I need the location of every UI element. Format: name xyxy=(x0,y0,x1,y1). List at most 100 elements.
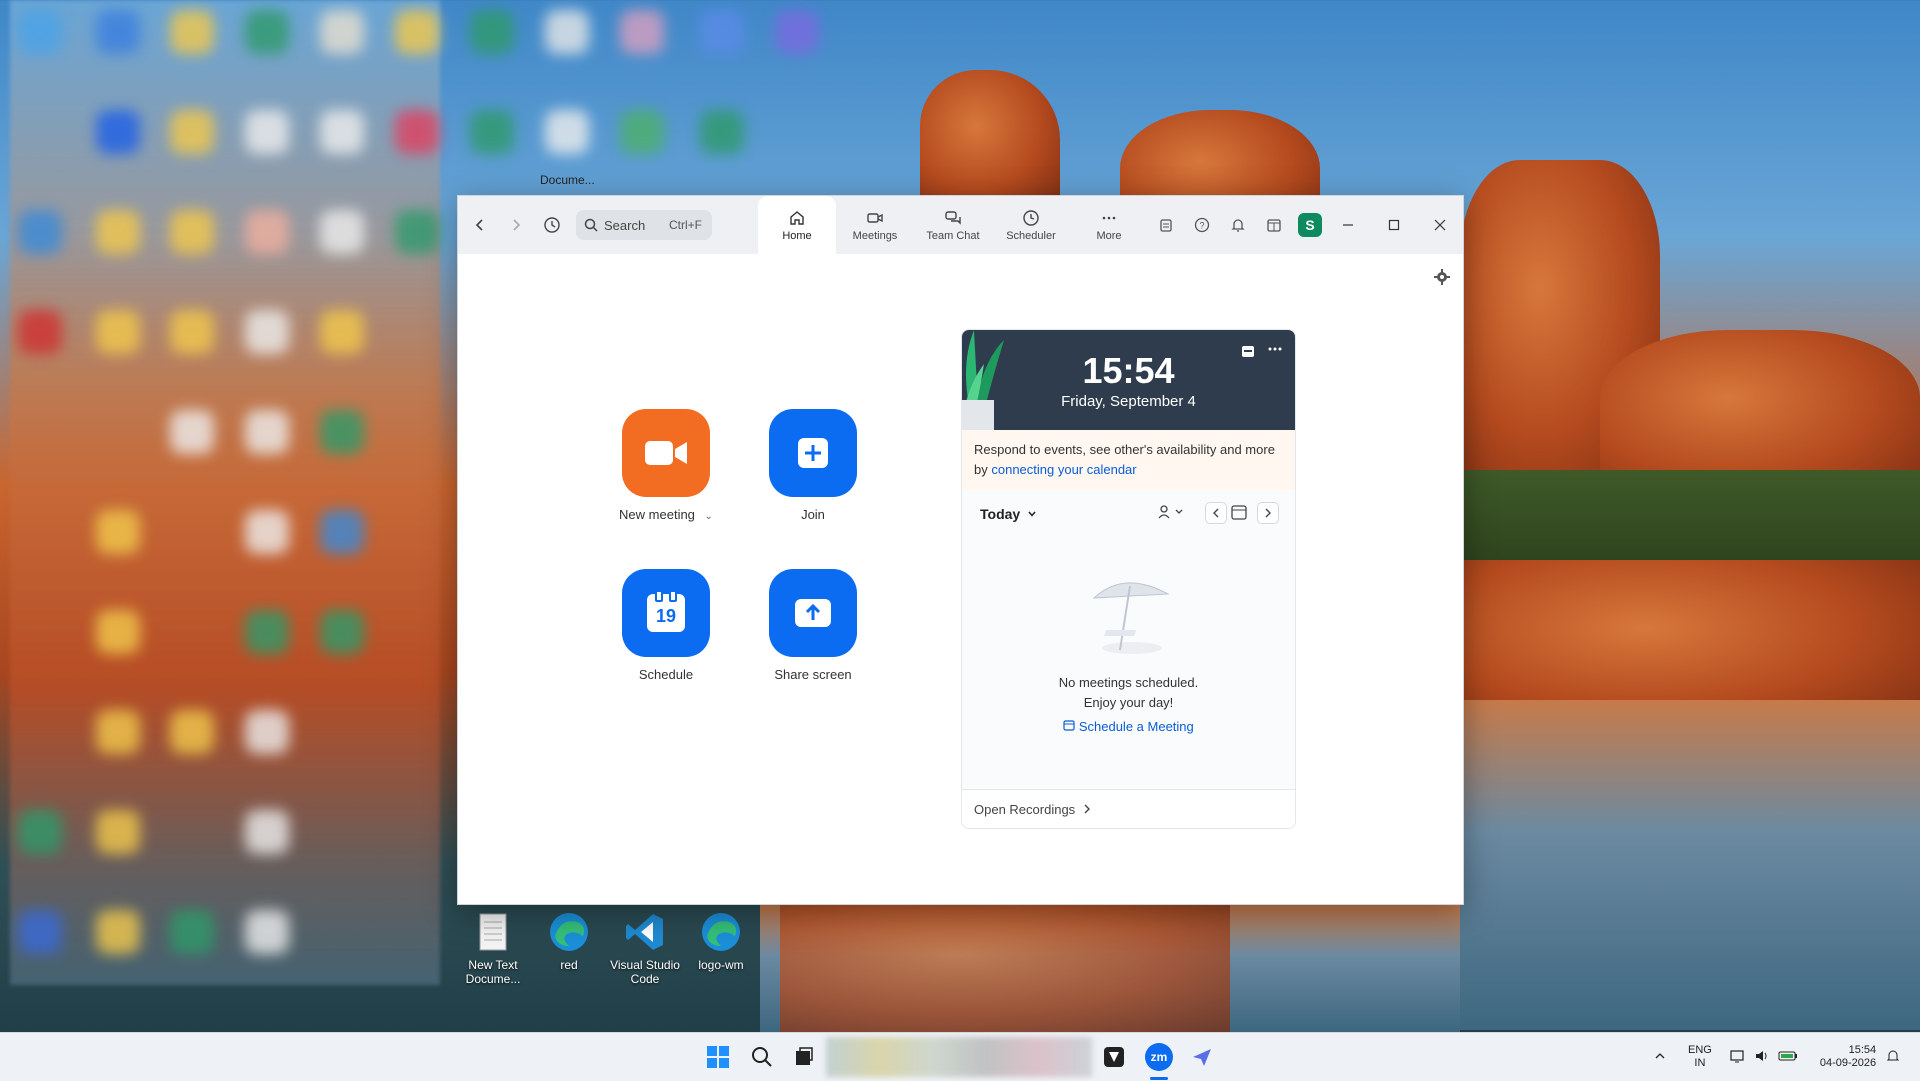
beach-umbrella-icon xyxy=(962,570,1295,665)
tab-label: Home xyxy=(782,229,812,242)
next-day-button[interactable] xyxy=(1257,502,1279,524)
blurred-desktop-area xyxy=(10,0,440,985)
send-app-taskbar-button[interactable] xyxy=(1186,1041,1218,1073)
share-screen-label: Share screen xyxy=(774,667,852,682)
toolbar-right: ? S xyxy=(1148,196,1328,254)
previous-day-button[interactable] xyxy=(1205,502,1227,524)
zoom-icon-text: zm xyxy=(1150,1050,1168,1064)
svg-text:?: ? xyxy=(1199,221,1204,231)
show-hidden-icons-button[interactable] xyxy=(1650,1051,1670,1063)
history-icon xyxy=(544,217,560,233)
new-meeting-button[interactable] xyxy=(622,409,710,497)
no-meetings-text: No meetings scheduled. xyxy=(1058,675,1199,690)
video-camera-icon xyxy=(867,212,883,223)
desktop-icon-label: Visual Studio Code xyxy=(610,958,680,986)
text-file-icon xyxy=(471,910,515,954)
network-icon[interactable] xyxy=(1730,1049,1746,1066)
tab-label: Meetings xyxy=(852,229,898,242)
avatar: S xyxy=(1298,213,1322,237)
zoom-taskbar-button[interactable]: zm xyxy=(1143,1041,1175,1073)
calendar-view-button[interactable] xyxy=(1241,344,1255,363)
zoom-icon: zm xyxy=(1145,1043,1173,1071)
settings-button[interactable] xyxy=(1433,268,1451,291)
desktop-icon-red[interactable]: red xyxy=(529,910,609,972)
share-screen-button[interactable] xyxy=(769,569,857,657)
clock[interactable]: 15:54 04-09-2026 xyxy=(1820,1044,1876,1070)
join-action[interactable]: Join xyxy=(753,409,873,522)
tab-home[interactable]: Home xyxy=(758,196,836,254)
search-taskbar-button[interactable] xyxy=(746,1041,778,1073)
home-icon xyxy=(790,210,804,225)
chevron-left-icon xyxy=(475,219,483,231)
tab-label: Team Chat xyxy=(926,229,980,242)
chevron-right-icon xyxy=(513,219,521,231)
today-label: Today xyxy=(980,506,1021,522)
search-label: Search xyxy=(604,217,646,233)
schedule-meeting-label: Schedule a Meeting xyxy=(1078,719,1194,734)
more-dots-icon xyxy=(1102,216,1116,219)
help-button[interactable]: ? xyxy=(1184,217,1220,233)
tab-team-chat[interactable]: Team Chat xyxy=(914,196,992,254)
tab-scheduler[interactable]: Scheduler xyxy=(992,196,1070,254)
calendar-more-button[interactable] xyxy=(1267,342,1283,361)
volume-icon[interactable] xyxy=(1754,1049,1770,1066)
notepad-taskbar-button[interactable] xyxy=(1098,1041,1130,1073)
blurred-taskbar-apps[interactable] xyxy=(826,1037,1092,1077)
profile-button[interactable]: S xyxy=(1292,213,1328,237)
task-view-button[interactable] xyxy=(788,1041,820,1073)
desktop-icon-text-file[interactable]: New Text Docume... xyxy=(453,910,533,986)
gear-icon xyxy=(1434,269,1450,285)
search-icon xyxy=(752,1047,772,1067)
desktop-top-label[interactable]: Docume... xyxy=(540,173,595,187)
zoom-window: Search Ctrl+F Home Meetings Team Chat Sc… xyxy=(457,195,1464,905)
tab-more[interactable]: More xyxy=(1070,196,1148,254)
history-button[interactable] xyxy=(534,207,570,243)
notifications-button[interactable] xyxy=(1220,217,1256,233)
close-button[interactable] xyxy=(1417,196,1463,254)
schedule-action[interactable]: 19 Schedule xyxy=(606,569,726,682)
desktop-icon-label: red xyxy=(560,958,578,972)
schedule-button[interactable]: 19 xyxy=(622,569,710,657)
minimize-button[interactable] xyxy=(1325,196,1371,254)
paper-plane-icon xyxy=(1193,1049,1211,1066)
today-dropdown[interactable]: Today xyxy=(980,506,1037,522)
close-icon xyxy=(1434,219,1446,231)
maximize-button[interactable] xyxy=(1371,196,1417,254)
main-tabs: Home Meetings Team Chat Scheduler More xyxy=(758,196,1148,254)
open-recordings-link[interactable]: Open Recordings xyxy=(962,789,1295,828)
language-indicator[interactable]: ENG IN xyxy=(1688,1044,1712,1070)
calendar-notice: Respond to events, see other's availabil… xyxy=(962,430,1295,490)
battery-icon[interactable] xyxy=(1778,1050,1798,1065)
chevron-right-icon xyxy=(1084,804,1091,814)
join-label: Join xyxy=(801,507,825,522)
clipboard-button[interactable] xyxy=(1148,217,1184,233)
new-meeting-action[interactable]: New meeting ⌄ xyxy=(606,409,726,522)
people-filter-button[interactable] xyxy=(1157,504,1185,523)
join-button[interactable] xyxy=(769,409,857,497)
search-icon xyxy=(584,218,598,232)
calendar-day: 19 xyxy=(655,605,677,626)
new-meeting-label: New meeting xyxy=(619,507,695,522)
calendar-widget-button[interactable] xyxy=(1256,217,1292,233)
tab-meetings[interactable]: Meetings xyxy=(836,196,914,254)
date-picker-button[interactable] xyxy=(1230,502,1248,525)
clock-date: Friday, September 4 xyxy=(1061,393,1196,410)
chat-icon xyxy=(945,210,961,225)
desktop-icon-logo-wm[interactable]: logo-wm xyxy=(681,910,761,972)
share-screen-action[interactable]: Share screen xyxy=(753,569,873,682)
calendar-icon xyxy=(1242,346,1254,357)
search-box[interactable]: Search Ctrl+F xyxy=(576,210,712,240)
schedule-label: Schedule xyxy=(638,667,694,682)
calendar-header: 15:54 Friday, September 4 xyxy=(962,330,1295,430)
calendar-nav: Today xyxy=(962,490,1295,540)
notifications-button[interactable] xyxy=(1886,1049,1900,1066)
schedule-meeting-link[interactable]: Schedule a Meeting xyxy=(962,717,1295,737)
desktop-icon-vscode[interactable]: Visual Studio Code xyxy=(605,910,685,986)
connect-calendar-link[interactable]: connecting your calendar xyxy=(991,462,1136,477)
calendar-icon xyxy=(1267,219,1281,232)
forward-button[interactable] xyxy=(498,207,534,243)
start-button[interactable] xyxy=(702,1041,734,1073)
back-button[interactable] xyxy=(462,207,498,243)
system-tray: ENG IN 15:54 04-09-2026 xyxy=(1650,1033,1900,1081)
chevron-down-icon[interactable]: ⌄ xyxy=(705,511,713,522)
